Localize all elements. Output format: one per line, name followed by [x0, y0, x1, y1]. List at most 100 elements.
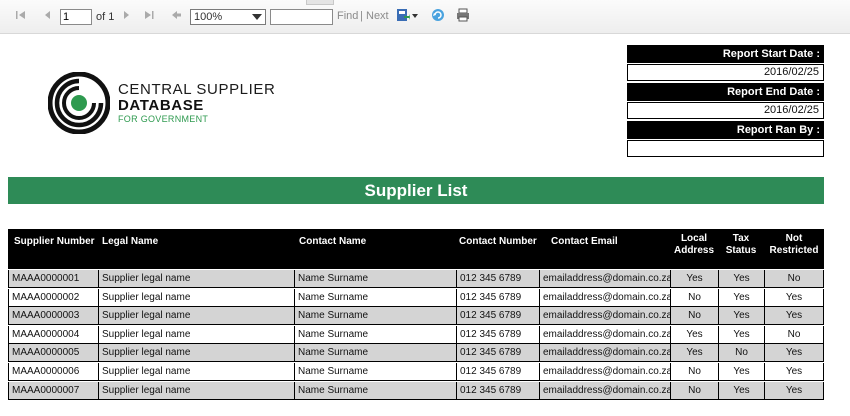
report-end-date-label: Report End Date :	[627, 83, 824, 101]
table-row: MAAA0000003 Supplier legal name Name Surna…	[8, 307, 824, 326]
cell-tax-status: Yes	[718, 381, 764, 400]
table-row: MAAA0000004 Supplier legal name Name Surna…	[8, 325, 824, 344]
header-legal-name: Legal Name	[102, 236, 159, 247]
find-separator: |	[360, 10, 363, 22]
report-ran-by-value	[627, 140, 824, 157]
cell-contact-email: emailaddress@domain.co.za	[539, 307, 670, 326]
cell-legal-name: Supplier legal name	[98, 270, 294, 288]
report-start-date-label: Report Start Date :	[627, 45, 824, 63]
header-local-address-line-1: Local	[680, 233, 708, 244]
csd-logo-text: CENTRAL SUPPLIER DATABASE FOR GOVERNMENT	[118, 82, 275, 125]
header-supplier-number: Supplier Number	[14, 236, 95, 247]
cell-legal-name: Supplier legal name	[98, 363, 294, 381]
cell-not-restricted: Yes	[764, 344, 824, 363]
cell-legal-name: Supplier legal name	[98, 381, 294, 400]
cell-contact-name: Name Surname	[294, 381, 456, 400]
cell-not-restricted: Yes	[764, 307, 824, 326]
cell-tax-status: No	[718, 344, 764, 363]
header-local-address-line-2: Address	[673, 245, 714, 256]
header-tax-status-line-2: Status	[725, 245, 757, 256]
cell-not-restricted: No	[764, 325, 824, 344]
cell-legal-name: Supplier legal name	[98, 344, 294, 363]
cell-contact-name: Name Surname	[294, 270, 456, 288]
cell-contact-name: Name Surname	[294, 363, 456, 381]
header-tax-status-line-1: Tax	[732, 233, 750, 244]
cell-contact-email: emailaddress@domain.co.za	[539, 288, 670, 307]
cell-tax-status: Yes	[718, 325, 764, 344]
table-row: MAAA0000001 Supplier legal name Name Surna…	[8, 270, 824, 288]
header-contact-number: Contact Number	[459, 236, 537, 247]
cell-contact-number: 012 345 6789	[456, 325, 539, 344]
cell-not-restricted: Yes	[764, 363, 824, 381]
table-row: MAAA0000002 Supplier legal name Name Surna…	[8, 288, 824, 307]
header-contact-name: Contact Name	[299, 236, 367, 247]
report-title: Supplier List	[8, 177, 824, 204]
table-row: MAAA0000007 Supplier legal name Name Surna…	[8, 381, 824, 400]
cell-not-restricted: Yes	[764, 381, 824, 400]
cell-contact-email: emailaddress@domain.co.za	[539, 381, 670, 400]
cell-local-address: No	[670, 288, 718, 307]
first-page-icon[interactable]	[15, 9, 27, 25]
cell-local-address: Yes	[670, 270, 718, 288]
cell-supplier-number: MAAA0000005	[8, 344, 98, 363]
export-dropdown-icon[interactable]	[412, 14, 418, 18]
cell-contact-name: Name Surname	[294, 288, 456, 307]
zoom-select[interactable]: 100%	[190, 9, 266, 25]
cell-supplier-number: MAAA0000006	[8, 363, 98, 381]
cell-tax-status: Yes	[718, 363, 764, 381]
cell-local-address: No	[670, 381, 718, 400]
cell-contact-email: emailaddress@domain.co.za	[539, 344, 670, 363]
find-input[interactable]	[270, 9, 333, 25]
cell-tax-status: Yes	[718, 288, 764, 307]
cell-legal-name: Supplier legal name	[98, 307, 294, 326]
cell-local-address: No	[670, 307, 718, 326]
cell-local-address: No	[670, 363, 718, 381]
logo-line-1: CENTRAL SUPPLIER	[118, 81, 276, 98]
cell-tax-status: Yes	[718, 307, 764, 326]
cell-local-address: Yes	[670, 325, 718, 344]
cell-local-address: Yes	[670, 344, 718, 363]
table-row: MAAA0000006 Supplier legal name Name Surna…	[8, 363, 824, 381]
cell-supplier-number: MAAA0000007	[8, 381, 98, 400]
cell-contact-number: 012 345 6789	[456, 344, 539, 363]
next-page-icon[interactable]	[120, 9, 132, 25]
cell-legal-name: Supplier legal name	[98, 325, 294, 344]
page-number-input[interactable]	[60, 9, 92, 25]
refresh-icon[interactable]	[431, 8, 445, 22]
csd-logo-icon	[47, 71, 111, 135]
table-header: Supplier Number Legal Name Contact Name …	[8, 229, 824, 269]
back-to-parent-icon[interactable]	[170, 9, 182, 25]
header-local-address: Local Address	[670, 233, 718, 257]
toolbar-collapse-grip[interactable]	[306, 0, 334, 5]
cell-not-restricted: Yes	[764, 288, 824, 307]
zoom-value: 100%	[194, 11, 223, 23]
cell-legal-name: Supplier legal name	[98, 288, 294, 307]
header-not-restricted-line-2: Restricted	[769, 245, 819, 256]
export-icon[interactable]	[396, 8, 410, 22]
find-button[interactable]: Find	[337, 10, 358, 22]
report-end-date-value: 2016/02/25	[627, 102, 824, 119]
cell-contact-email: emailaddress@domain.co.za	[539, 325, 670, 344]
cell-contact-number: 012 345 6789	[456, 288, 539, 307]
report-toolbar: of 1 100% Find | Next	[0, 0, 850, 34]
cell-contact-name: Name Surname	[294, 344, 456, 363]
cell-not-restricted: No	[764, 270, 824, 288]
cell-contact-number: 012 345 6789	[456, 381, 539, 400]
find-next-button[interactable]: Next	[366, 10, 389, 22]
chevron-down-icon	[252, 14, 262, 20]
cell-contact-email: emailaddress@domain.co.za	[539, 363, 670, 381]
cell-contact-name: Name Surname	[294, 307, 456, 326]
cell-tax-status: Yes	[718, 270, 764, 288]
cell-contact-number: 012 345 6789	[456, 363, 539, 381]
cell-supplier-number: MAAA0000004	[8, 325, 98, 344]
header-tax-status: Tax Status	[718, 233, 764, 257]
last-page-icon[interactable]	[143, 9, 155, 25]
logo-line-2: DATABASE	[118, 97, 204, 114]
header-not-restricted-line-1: Not	[785, 233, 803, 244]
cell-supplier-number: MAAA0000003	[8, 307, 98, 326]
print-icon[interactable]	[456, 8, 470, 22]
header-contact-email: Contact Email	[551, 236, 618, 247]
previous-page-icon[interactable]	[42, 9, 54, 25]
cell-contact-number: 012 345 6789	[456, 270, 539, 288]
report-ran-by-label: Report Ran By :	[627, 121, 824, 139]
